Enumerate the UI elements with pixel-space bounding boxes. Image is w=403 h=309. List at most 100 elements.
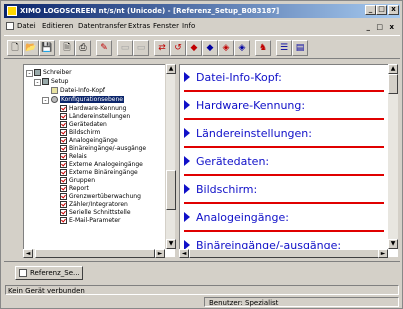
section-heading[interactable]: Ländereinstellungen: [184, 125, 380, 143]
section-heading[interactable]: Gerätedaten: [184, 153, 380, 171]
menu-extras[interactable]: Extras [128, 19, 150, 33]
tree-expand-setup[interactable]: - [34, 79, 41, 86]
document-tab[interactable]: Referenz_Se... [15, 266, 83, 280]
scroll-up-icon[interactable]: ▲ [388, 64, 398, 74]
scroll-right-icon[interactable]: ► [155, 249, 165, 258]
menu-info[interactable]: Info [182, 19, 195, 33]
transfer-icon-3[interactable]: ◆ [186, 40, 202, 56]
tree-node-datei-info[interactable]: Datei-Info-Kopf [51, 87, 105, 95]
document-vertical-scrollbar[interactable]: ▲ ▼ [388, 64, 398, 249]
menu-fenster[interactable]: Fenster [153, 19, 179, 33]
tree-item[interactable]: Report [60, 185, 89, 193]
document-view: Datei-Info-Kopf: Hardware-Kennung: Lände… [179, 64, 398, 257]
checklist-icon [60, 209, 67, 216]
status-bar: Kein Gerät verbunden Benutzer: Spezialis… [4, 285, 400, 307]
scroll-thumb[interactable] [166, 170, 176, 210]
arrow-right-icon [184, 156, 190, 166]
new-icon[interactable]: 🗋 [7, 40, 23, 56]
maximize-button[interactable]: □ [376, 5, 387, 15]
transfer-icon-6[interactable]: ◈ [234, 40, 250, 56]
arrow-right-icon [184, 100, 190, 110]
user-status: Benutzer: Spezialist [204, 297, 399, 307]
tree-node-konfiguration[interactable]: Konfigurationsebene [51, 96, 124, 104]
scroll-down-icon[interactable]: ▼ [388, 239, 398, 249]
disabled-icon-1: ▭ [117, 40, 133, 56]
mdi-window-controls[interactable]: _ □ x [366, 20, 396, 34]
tree-item[interactable]: Gerätedaten [60, 121, 107, 129]
transfer-icon-2[interactable]: ↺ [170, 40, 186, 56]
connection-status: Kein Gerät verbunden [5, 285, 399, 295]
transfer-icon-4[interactable]: ◆ [202, 40, 218, 56]
info-icon [51, 87, 58, 94]
section-heading[interactable]: Datei-Info-Kopf: [184, 69, 380, 87]
tree-vertical-scrollbar[interactable]: ▲ ▼ [165, 64, 176, 249]
tree-expand-config[interactable]: - [42, 97, 49, 104]
tree-item[interactable]: Gruppen [60, 177, 95, 185]
tree-item[interactable]: Bildschirm [60, 129, 100, 137]
checklist-icon [60, 145, 67, 152]
tree-item[interactable]: Binäreingänge/-ausgänge [60, 145, 146, 153]
menu-datei[interactable]: Datei [17, 19, 36, 33]
list-icon[interactable]: ☰ [276, 40, 292, 56]
scroll-thumb[interactable] [189, 249, 379, 258]
section-divider [184, 90, 384, 92]
scroll-down-icon[interactable]: ▼ [166, 239, 176, 249]
section-heading[interactable]: Analogeingänge: [184, 209, 380, 227]
transfer-icon-1[interactable]: ⇄ [154, 40, 170, 56]
section-divider [184, 174, 384, 176]
checklist-icon [60, 129, 67, 136]
document-icon [19, 269, 27, 277]
tree-item[interactable]: Analogeingänge [60, 137, 118, 145]
tree-item[interactable]: Externe Binäreingänge [60, 169, 138, 177]
menu-editieren[interactable]: Editieren [42, 19, 73, 33]
arrow-right-icon [184, 72, 190, 82]
tools-icon[interactable]: ✎ [96, 40, 112, 56]
tree-item[interactable]: Serielle Schnittstelle [60, 209, 131, 217]
checklist-icon [60, 137, 67, 144]
menu-bar: Datei Editieren Datentransfer Extras Fen… [4, 19, 400, 33]
document-icon[interactable] [6, 22, 14, 30]
tree-item[interactable]: Zähler/Integratoren [60, 201, 128, 209]
toolbar: 🗋 📂 💾 🗎 ⎙ ✎ ▭ ▭ ⇄ ↺ ◆ ◆ ◈ ◈ ♞ ☰ ▤ [4, 35, 400, 59]
scroll-right-icon[interactable]: ► [378, 249, 388, 258]
document-horizontal-scrollbar[interactable]: ◄ ► [179, 249, 388, 258]
save-icon[interactable]: 💾 [39, 40, 55, 56]
tree-item[interactable]: Grenzwertüberwachung [60, 193, 141, 201]
checklist-icon [60, 153, 67, 160]
window-icon[interactable]: ▤ [292, 40, 308, 56]
checklist-icon [60, 169, 67, 176]
title-bar[interactable]: XIMO LOGOSCREEN nt/s/nt (Unicode) - [Ref… [4, 4, 400, 18]
tree-item[interactable]: Externe Analogeingänge [60, 161, 143, 169]
tree-horizontal-scrollbar[interactable]: ◄ ► [23, 249, 165, 258]
tree-item[interactable]: Relais [60, 153, 87, 161]
section-heading[interactable]: Bildschirm: [184, 181, 380, 199]
checklist-icon [60, 161, 67, 168]
tree-item[interactable]: Hardware-Kennung [60, 105, 126, 113]
scroll-thumb[interactable] [388, 74, 398, 94]
scroll-left-icon[interactable]: ◄ [179, 249, 189, 258]
tree-expand-root[interactable]: - [26, 70, 33, 77]
section-divider [184, 202, 384, 204]
section-divider [184, 146, 384, 148]
open-icon[interactable]: 📂 [23, 40, 39, 56]
tree-item[interactable]: Ländereinstellungen [60, 113, 130, 121]
tree-item[interactable]: E-Mail-Parameter [60, 217, 121, 225]
app-icon [7, 6, 17, 16]
print-icon[interactable]: ⎙ [75, 40, 91, 56]
disabled-icon-2: ▭ [133, 40, 149, 56]
setup-icon [42, 78, 49, 85]
arrow-right-icon [184, 212, 190, 222]
scroll-left-icon[interactable]: ◄ [23, 249, 33, 258]
menu-datentransfer[interactable]: Datentransfer [78, 19, 127, 33]
recorder-icon [34, 69, 41, 76]
close-button[interactable]: x [388, 5, 399, 15]
print-preview-icon[interactable]: 🗎 [59, 40, 75, 56]
tree-node-schreiber[interactable]: Schreiber [34, 69, 72, 77]
user-icon[interactable]: ♞ [255, 40, 271, 56]
scroll-thumb[interactable] [35, 249, 155, 258]
transfer-icon-5[interactable]: ◈ [218, 40, 234, 56]
tree-node-setup[interactable]: Setup [42, 78, 68, 86]
scroll-up-icon[interactable]: ▲ [166, 64, 176, 74]
section-heading[interactable]: Hardware-Kennung: [184, 97, 380, 115]
minimize-button[interactable]: _ [365, 5, 376, 15]
